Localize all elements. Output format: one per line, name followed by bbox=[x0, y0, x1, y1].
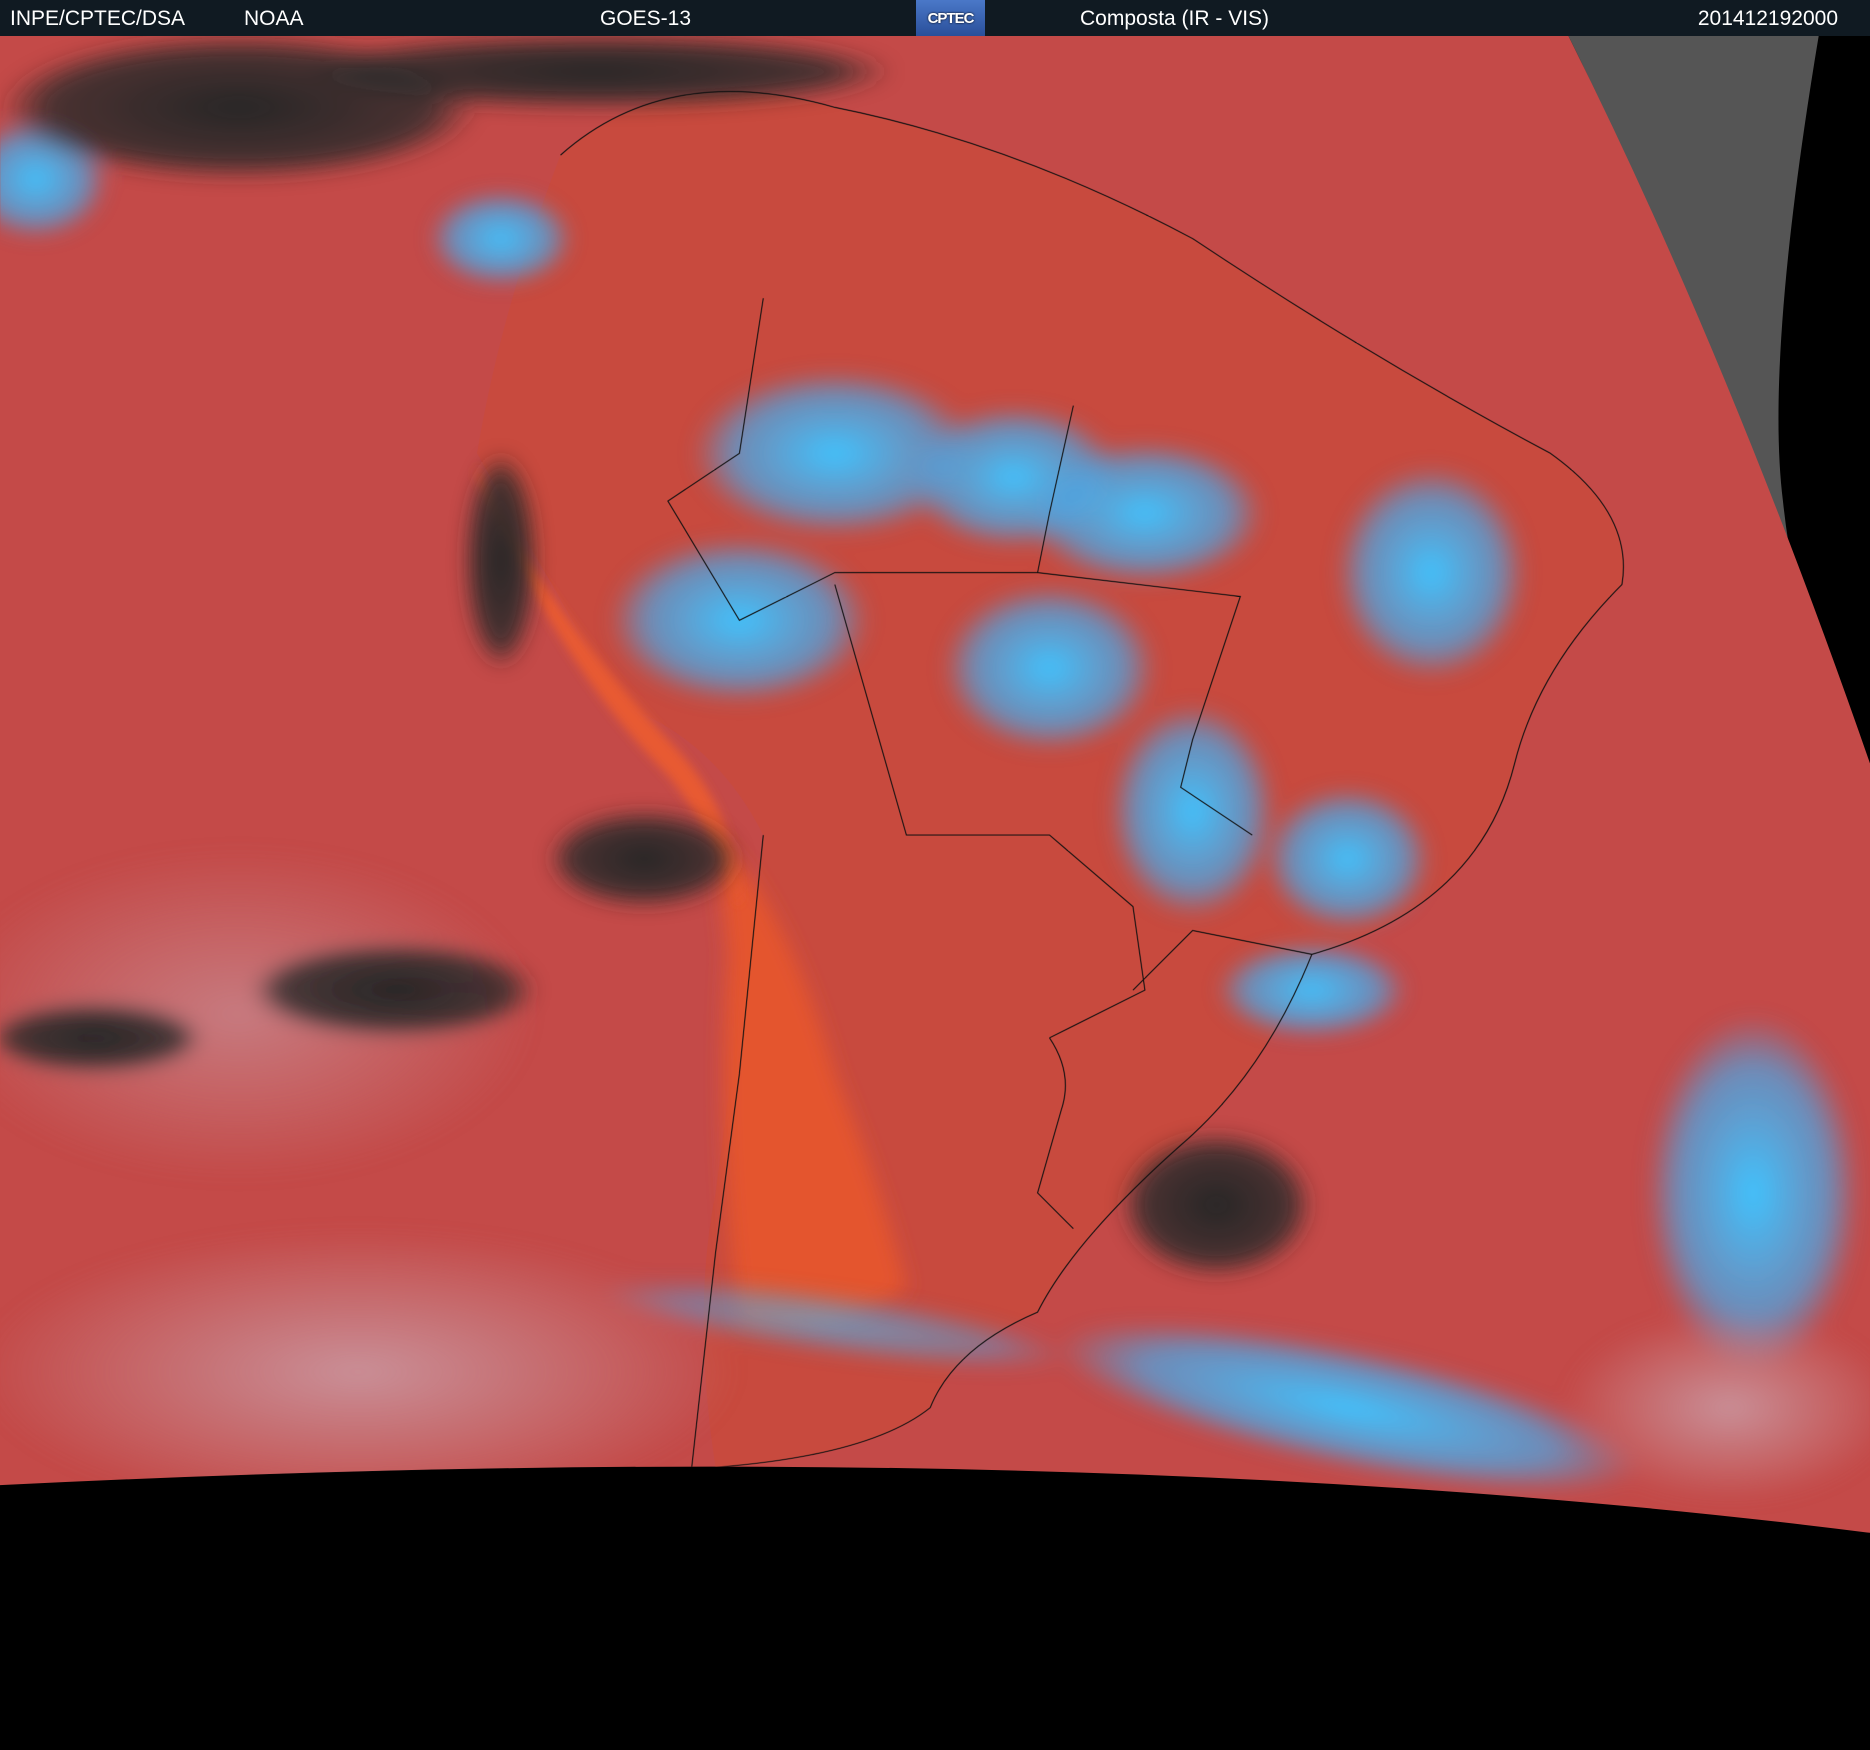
agency-label: INPE/CPTEC/DSA bbox=[10, 7, 186, 30]
satellite-composite-image bbox=[0, 0, 1870, 1750]
product-label: Composta (IR - VIS) bbox=[1080, 7, 1270, 30]
cptec-logo: CPTEC bbox=[916, 0, 985, 36]
satellite-label: GOES-13 bbox=[600, 7, 692, 30]
timestamp-label: 201412192000 bbox=[1697, 7, 1838, 30]
image-header-bar: INPE/CPTEC/DSA NOAA GOES-13 CPTEC Compos… bbox=[0, 0, 1870, 36]
partner-label: NOAA bbox=[244, 7, 304, 30]
